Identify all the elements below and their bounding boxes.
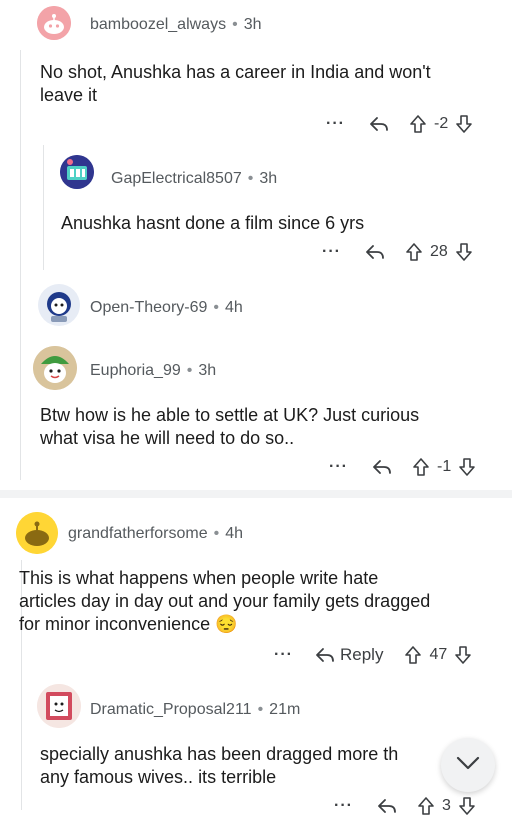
share-icon[interactable] <box>376 796 398 816</box>
comment-actions: ··· -2 <box>326 110 474 138</box>
timestamp: 4h <box>225 299 243 316</box>
more-icon[interactable]: ··· <box>326 115 348 133</box>
comment-meta: Euphoria_99 • 3h <box>90 362 217 379</box>
comment-body: No shot, Anushka has a career in India a… <box>40 61 500 107</box>
more-icon[interactable]: ··· <box>334 797 356 815</box>
comment-text-line: articles day in day out and your family … <box>19 591 431 611</box>
share-icon[interactable] <box>371 457 393 477</box>
comment-text-line: leave it <box>40 85 98 105</box>
avatar[interactable] <box>33 346 77 390</box>
avatar[interactable] <box>37 684 81 728</box>
avatar[interactable] <box>38 284 80 326</box>
comment-meta: GapElectrical8507 • 3h <box>111 170 278 187</box>
avatar[interactable] <box>16 512 58 554</box>
vote-score: 28 <box>430 243 448 260</box>
timestamp: 3h <box>243 16 262 33</box>
comment-meta: bamboozel_always • 3h <box>90 16 262 33</box>
thread-line <box>43 145 44 270</box>
comment-text-line: No shot, Anushka has a career in India a… <box>40 62 431 82</box>
downvote-icon[interactable] <box>454 114 474 134</box>
more-icon[interactable]: ··· <box>274 646 296 664</box>
comment-text-line: specially anushka has been dragged more … <box>40 744 399 764</box>
comment-body: Anushka hasnt done a film since 6 yrs <box>61 212 501 235</box>
timestamp: 21m <box>269 701 301 718</box>
upvote-icon[interactable] <box>404 242 424 262</box>
comment-text-line: Anushka hasnt done a film since 6 yrs <box>61 213 365 233</box>
upvote-icon[interactable] <box>416 796 436 816</box>
comment-actions: ··· 28 <box>322 238 474 266</box>
vote-score: -1 <box>437 458 452 475</box>
downvote-icon[interactable] <box>457 796 477 816</box>
timestamp: 4h <box>225 525 244 542</box>
scroll-down-button[interactable] <box>441 738 495 792</box>
thread-divider <box>0 490 512 498</box>
upvote-icon[interactable] <box>403 645 423 665</box>
username[interactable]: Euphoria_99 <box>90 362 181 379</box>
comment-text-line: any famous wives.. its terrible <box>40 767 277 787</box>
thread-line <box>20 50 21 480</box>
username[interactable]: grandfatherforsome <box>68 525 208 542</box>
comment-body: specially anushka has been dragged more … <box>40 743 440 789</box>
more-icon[interactable]: ··· <box>322 243 344 261</box>
comment-text-line: what visa he will need to do so.. <box>40 428 295 448</box>
username[interactable]: Dramatic_Proposal211 <box>90 701 252 718</box>
comment-body: This is what happens when people write h… <box>19 567 499 636</box>
downvote-icon[interactable] <box>453 645 473 665</box>
share-icon[interactable] <box>364 242 386 262</box>
timestamp: 3h <box>259 170 278 187</box>
username[interactable]: Open-Theory-69 <box>90 299 207 316</box>
username[interactable]: GapElectrical8507 <box>111 170 242 187</box>
comment-body: Btw how is he able to settle at UK? Just… <box>40 404 500 450</box>
comment-actions: ··· 3 <box>334 792 477 820</box>
upvote-icon[interactable] <box>408 114 428 134</box>
reply-button[interactable]: Reply <box>314 645 383 665</box>
reply-label: Reply <box>340 645 384 664</box>
downvote-icon[interactable] <box>457 457 477 477</box>
comment-meta: Open-Theory-69 • 4h <box>90 299 243 316</box>
avatar[interactable] <box>60 155 94 189</box>
comment-text-line: This is what happens when people write h… <box>19 568 379 588</box>
comment-text-line: Btw how is he able to settle at UK? Just… <box>40 405 420 425</box>
username[interactable]: bamboozel_always <box>90 16 226 33</box>
chevron-down-icon <box>455 755 481 776</box>
comment-text-line: for minor inconvenience 😔 <box>19 614 238 634</box>
comment-meta: grandfatherforsome • 4h <box>68 525 244 542</box>
comment-actions: ··· -1 <box>329 453 477 481</box>
vote-score: -2 <box>434 115 449 132</box>
share-icon[interactable] <box>368 114 390 134</box>
vote-score: 47 <box>429 646 448 663</box>
comment-meta: Dramatic_Proposal211 • 21m <box>90 701 301 718</box>
more-icon[interactable]: ··· <box>329 458 351 476</box>
vote-score: 3 <box>442 797 451 814</box>
upvote-icon[interactable] <box>411 457 431 477</box>
comment-actions: ··· Reply 47 <box>274 641 473 669</box>
pensive-emoji: 😔 <box>215 614 238 634</box>
avatar[interactable] <box>37 6 71 40</box>
timestamp: 3h <box>198 362 217 379</box>
downvote-icon[interactable] <box>454 242 474 262</box>
